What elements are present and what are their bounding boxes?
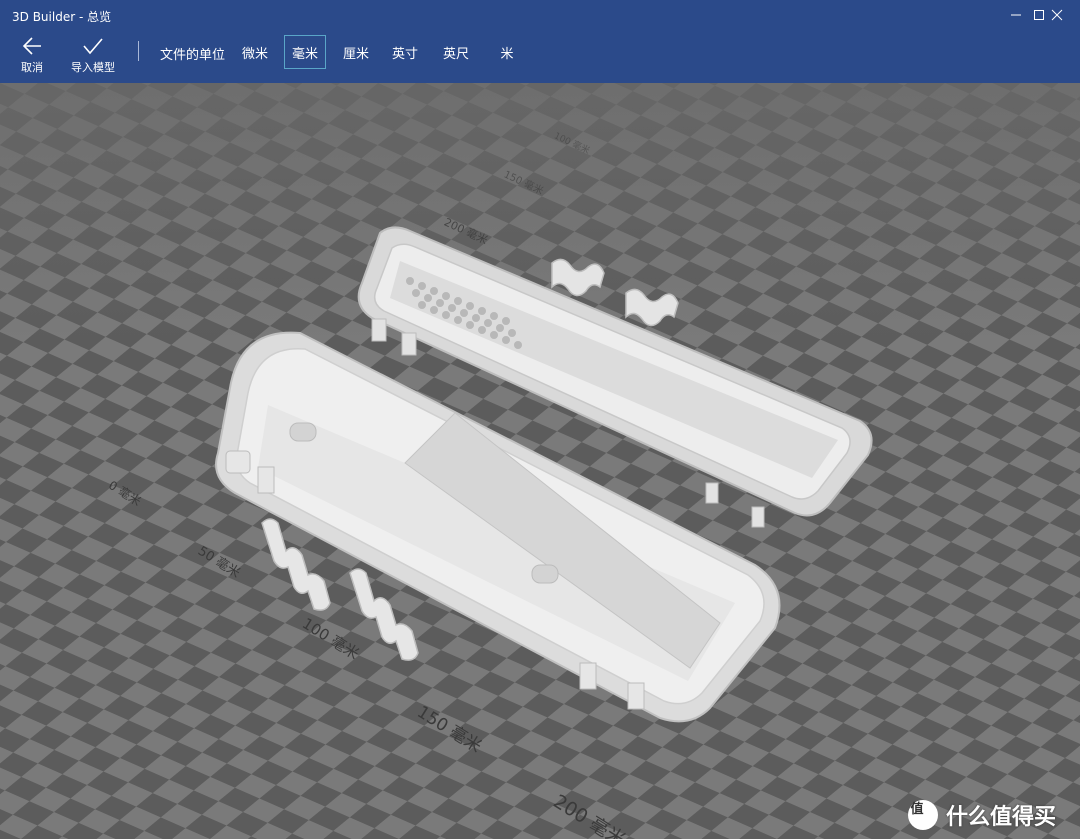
title-bar: 3D Builder - 总览 xyxy=(0,0,1080,30)
unit-foot-button[interactable]: 英尺 xyxy=(437,35,475,69)
import-model-label: 导入模型 xyxy=(71,61,115,74)
unit-inch-button[interactable]: 英寸 xyxy=(386,35,424,69)
app-window: 3D Builder - 总览 取消 导入模型 文件的单位 微米 毫米 厘米 英… xyxy=(0,0,1080,839)
unit-meter-button[interactable]: 米 xyxy=(492,35,522,69)
back-arrow-icon xyxy=(22,37,41,55)
3d-viewport[interactable]: 0 毫米 50 毫米 100 毫米 150 毫米 200 毫米 200 毫米 1… xyxy=(0,83,1080,839)
watermark: 值 什么值得买 xyxy=(907,799,1056,831)
checkmark-icon xyxy=(83,38,103,55)
cancel-label: 取消 xyxy=(21,61,43,74)
close-icon xyxy=(1051,9,1063,21)
toolbar-separator xyxy=(138,41,139,61)
svg-text:值: 值 xyxy=(910,801,923,817)
import-model-button[interactable]: 导入模型 xyxy=(70,36,116,80)
window-title: 3D Builder - 总览 xyxy=(12,10,112,24)
unit-micrometer-button[interactable]: 微米 xyxy=(236,35,274,69)
unit-centimeter-button[interactable]: 厘米 xyxy=(337,35,375,69)
unit-title: 文件的单位 xyxy=(160,48,226,63)
zhi-badge-icon: 值 xyxy=(907,800,938,830)
toolbar: 取消 导入模型 文件的单位 微米 毫米 厘米 英寸 英尺 米 xyxy=(0,30,1080,83)
watermark-text: 什么值得买 xyxy=(945,805,1056,830)
unit-millimeter-button[interactable]: 毫米 xyxy=(284,35,326,69)
cancel-button[interactable]: 取消 xyxy=(18,36,46,80)
close-button[interactable] xyxy=(1034,0,1080,30)
